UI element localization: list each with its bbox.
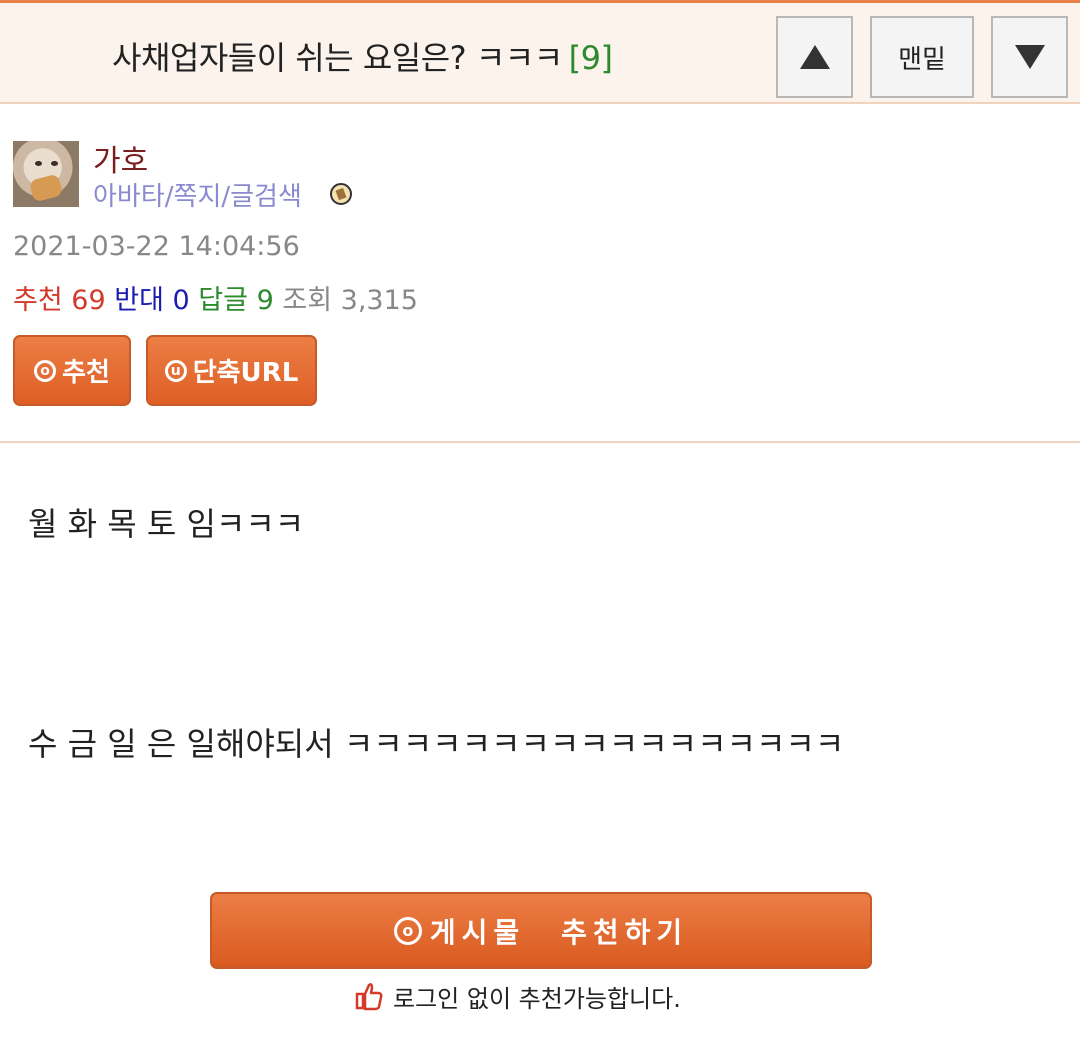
- reply-label: 답글: [198, 285, 248, 316]
- scroll-bottom-button[interactable]: 맨밑: [870, 16, 974, 98]
- thumbs-up-icon: [355, 983, 383, 1011]
- short-url-label: 단축URL: [192, 358, 299, 388]
- down-label: 반대: [114, 285, 164, 316]
- post-header: 사채업자들이 쉬는 요일은? ㅋㅋㅋ [9] 맨밑: [0, 0, 1080, 104]
- post-stats: 추천 69 반대 0 답글 9 조회 3,315: [13, 278, 418, 317]
- view-label: 조회: [282, 285, 333, 316]
- scroll-bottom-label: 맨밑: [898, 44, 946, 75]
- recommend-circle-icon: o: [34, 359, 57, 382]
- author-links[interactable]: 아바타/쪽지/글검색: [93, 176, 302, 213]
- short-url-button[interactable]: u 단축URL: [146, 335, 317, 406]
- recommend-circle-icon: o: [393, 916, 422, 945]
- post-body-line: 수 금 일 은 일해야되서 ㅋㅋㅋㅋㅋㅋㅋㅋㅋㅋㅋㅋㅋㅋㅋㅋㅋ: [28, 725, 845, 763]
- login-note: 로그인 없이 추천가능합니다.: [355, 979, 681, 1013]
- view-count: 3,315: [340, 285, 418, 316]
- recommend-button[interactable]: o 추천: [13, 335, 131, 406]
- post-date: 2021-03-22 14:04:56: [13, 231, 300, 262]
- down-count: 0: [172, 285, 190, 316]
- comment-count[interactable]: [9]: [569, 39, 613, 77]
- post-recommend-label-2: 추천하기: [561, 915, 689, 949]
- cat-avatar-icon: [35, 161, 42, 166]
- divider: [0, 441, 1080, 443]
- member-badge-icon: [330, 183, 352, 205]
- scroll-up-button[interactable]: [776, 16, 853, 98]
- post-body-line: 월 화 목 토 임ㅋㅋㅋ: [28, 505, 305, 543]
- post-recommend-label-1: 게시물: [429, 915, 526, 949]
- reply-count: 9: [256, 285, 274, 316]
- cat-eye: [51, 161, 58, 166]
- up-label: 추천: [13, 285, 63, 316]
- post-recommend-button[interactable]: o 게시물 추천하기: [210, 892, 872, 969]
- scroll-down-button[interactable]: [991, 16, 1068, 98]
- author-name[interactable]: 가호: [93, 136, 148, 180]
- post-page: 사채업자들이 쉬는 요일은? ㅋㅋㅋ [9] 맨밑 가호 아바타/쪽지/글검색 2…: [0, 0, 1080, 1057]
- avatar[interactable]: [13, 141, 79, 207]
- up-count: 69: [71, 285, 106, 316]
- recommend-label: 추천: [62, 358, 110, 388]
- triangle-up-icon: [799, 45, 830, 69]
- login-note-text: 로그인 없이 추천가능합니다.: [393, 984, 681, 1013]
- post-title-text: 사채업자들이 쉬는 요일은? ㅋㅋㅋ: [112, 39, 563, 77]
- cat-bread: [28, 173, 64, 203]
- post-title: 사채업자들이 쉬는 요일은? ㅋㅋㅋ [9]: [112, 33, 613, 79]
- triangle-down-icon: [1014, 45, 1045, 69]
- short-url-circle-icon: u: [164, 359, 187, 382]
